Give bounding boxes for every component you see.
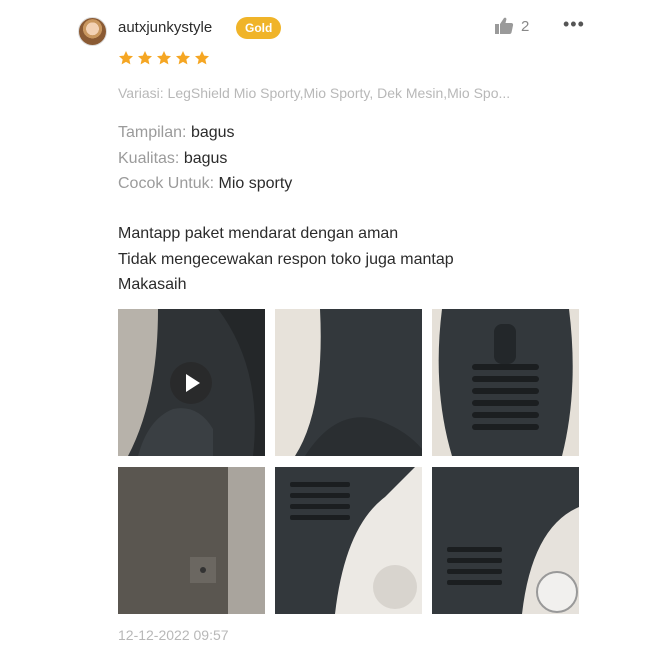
like-count: 2 (521, 17, 530, 35)
comment-line: Tidak mengecewakan respon toko juga mant… (118, 250, 454, 268)
play-icon[interactable] (170, 362, 212, 404)
review-card: autxjunkystyle Gold 2 ••• Variasi: LegSh… (0, 0, 657, 657)
review-photo[interactable] (432, 309, 579, 456)
comment-line: Mantapp paket mendarat dengan aman (118, 225, 399, 242)
review-photo[interactable] (118, 467, 265, 614)
attribute-label: Kualitas: (118, 149, 180, 167)
attribute-value: bagus (190, 124, 235, 141)
media-gallery (118, 309, 579, 614)
review-comment: Mantapp paket mendarat dengan aman Tidak… (118, 221, 588, 298)
attribute-row: Cocok Untuk: Mio sporty (118, 171, 292, 197)
attribute-row: Kualitas: bagus (118, 146, 292, 172)
comment-line: Makasaih (118, 276, 187, 293)
attribute-row: Tampilan: bagus (118, 120, 292, 146)
user-avatar[interactable] (78, 17, 107, 46)
review-photo[interactable] (275, 467, 422, 614)
attribute-value: Mio sporty (218, 175, 293, 192)
like-button[interactable]: 2 (494, 17, 529, 35)
star-icon (138, 51, 152, 65)
star-icon (157, 51, 171, 65)
review-attributes: Tampilan: bagus Kualitas: bagus Cocok Un… (118, 120, 292, 197)
gold-badge: Gold (236, 17, 282, 39)
review-timestamp: 12-12-2022 09:57 (118, 627, 229, 643)
rating-stars (118, 50, 210, 66)
username[interactable]: autxjunkystyle (118, 19, 212, 36)
review-video-thumbnail[interactable] (118, 309, 265, 456)
star-icon (119, 51, 133, 65)
star-icon (176, 51, 190, 65)
attribute-label: Cocok Untuk: (118, 175, 215, 192)
review-photo[interactable] (432, 467, 579, 614)
more-options-icon[interactable]: ••• (563, 14, 585, 35)
thumbs-up-icon (495, 17, 514, 34)
variation-text: Variasi: LegShield Mio Sporty,Mio Sporty… (118, 85, 511, 101)
attribute-value: bagus (183, 149, 228, 167)
review-photo[interactable] (275, 309, 422, 456)
star-icon (195, 51, 209, 65)
attribute-label: Tampilan: (118, 124, 187, 141)
